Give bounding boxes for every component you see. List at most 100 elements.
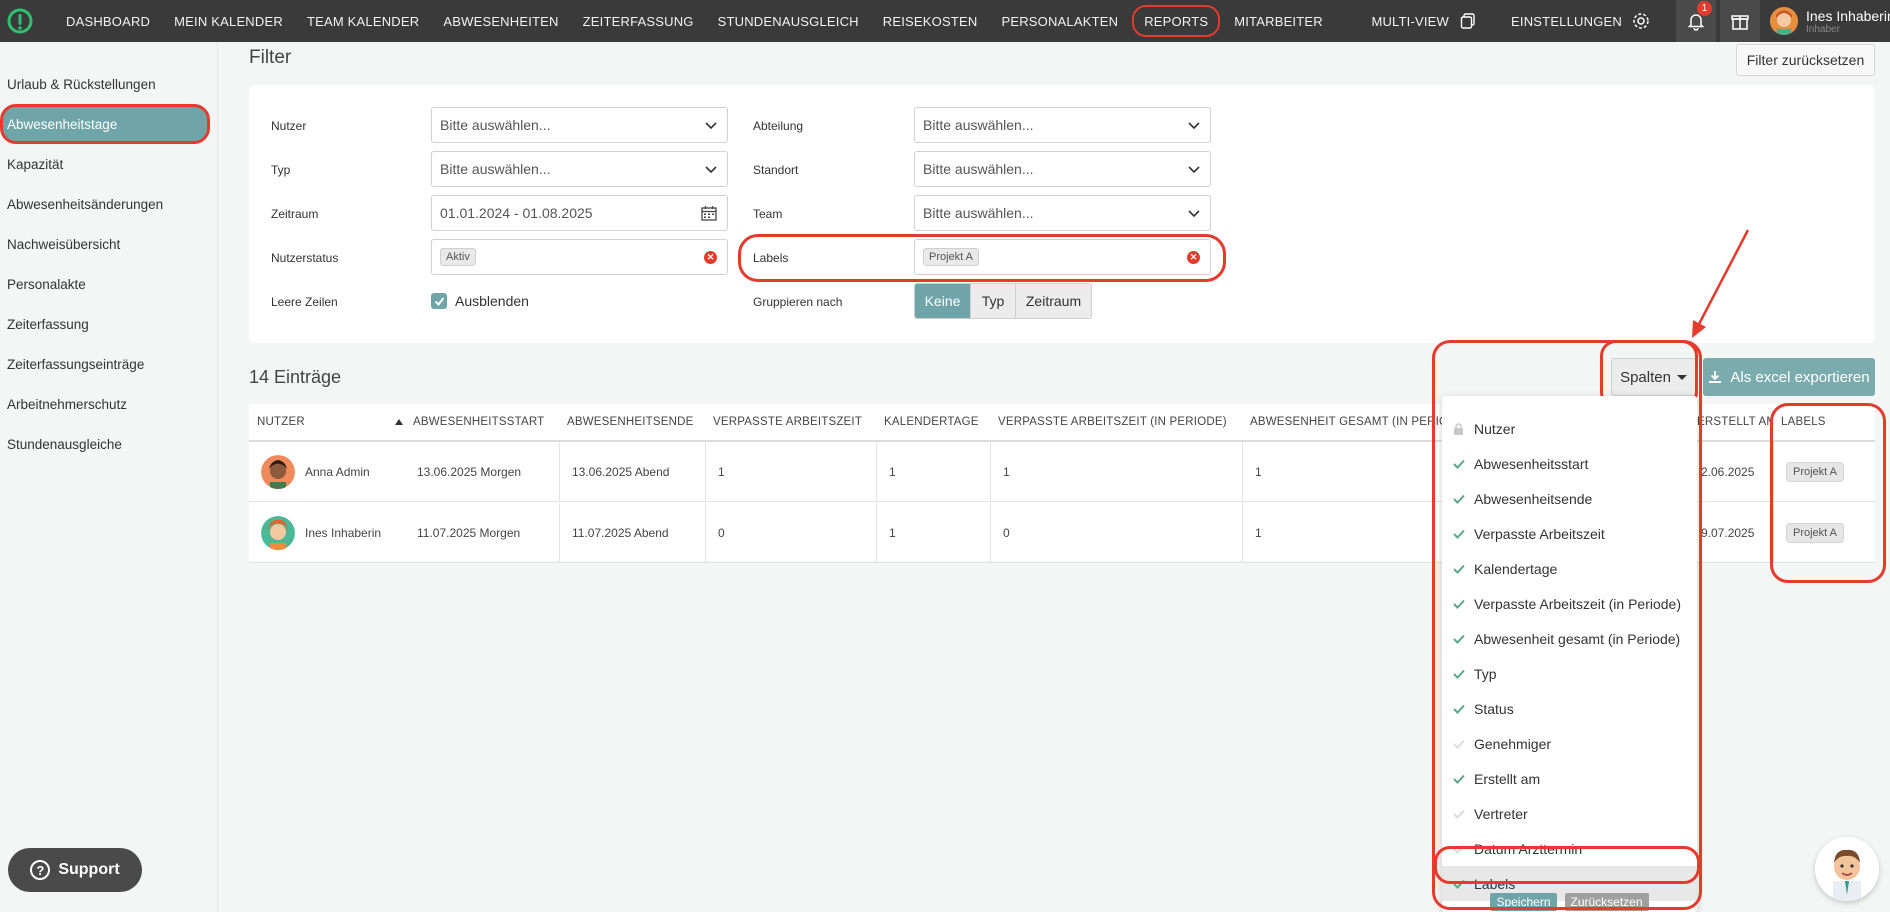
avatar [261, 455, 295, 489]
gruppieren-zeitraum[interactable]: Zeitraum [1016, 284, 1091, 318]
settings-button[interactable]: EINSTELLUNGEN [1501, 0, 1662, 42]
entries-count: 14 Einträge [249, 367, 342, 387]
sidebar-item-zeiterfassungseintraege[interactable]: Zeiterfassungseinträge [0, 344, 217, 384]
sidebar-item-abwesenheitstage[interactable]: Abwesenheitstage [0, 104, 210, 144]
export-label: Als excel exportieren [1730, 368, 1870, 386]
gear-icon [1630, 10, 1652, 32]
notifications-button[interactable]: 1 [1676, 0, 1716, 42]
col-header-verpasste-arbeitszeit-periode[interactable]: VERPASSTE ARBEITSZEIT (IN PERIODE) [990, 404, 1242, 440]
chevron-down-icon [1188, 122, 1200, 130]
sidebar-item-urlaub[interactable]: Urlaub & Rückstellungen [0, 64, 217, 104]
cell-days: 1 [876, 503, 990, 563]
nav-dashboard[interactable]: DASHBOARD [54, 0, 162, 42]
notification-badge: 1 [1697, 1, 1712, 16]
nav-personalakten[interactable]: PERSONALAKTEN [989, 0, 1130, 42]
nav-abwesenheiten[interactable]: ABWESENHEITEN [431, 0, 570, 42]
support-button[interactable]: ? Support [8, 848, 142, 892]
sidebar-item-zeiterfassung[interactable]: Zeiterfassung [0, 304, 217, 344]
multi-view-button[interactable]: MULTI-VIEW [1361, 0, 1489, 42]
export-excel-button[interactable]: Als excel exportieren [1703, 358, 1875, 396]
col-header-label: NUTZER [257, 416, 305, 428]
nav-mitarbeiter[interactable]: MITARBEITER [1222, 0, 1335, 42]
standort-select-value: Bitte auswählen... [923, 161, 1034, 177]
cell-user: Anna Admin [249, 442, 405, 502]
gift-button[interactable] [1720, 0, 1760, 42]
abteilung-label: Abteilung [753, 119, 804, 133]
reset-filter-button[interactable]: Filter zurücksetzen [1736, 44, 1875, 76]
sidebar-item-stundenausgleiche[interactable]: Stundenausgleiche [0, 424, 217, 464]
cell-missed-period: 1 [990, 442, 1242, 502]
sidebar-item-arbeitnehmerschutz[interactable]: Arbeitnehmerschutz [0, 384, 217, 424]
cell-missed: 1 [705, 442, 876, 502]
team-select-value: Bitte auswählen... [923, 205, 1034, 221]
zeitraum-label: Zeitraum [271, 207, 319, 221]
gruppieren-segmented: Keine Typ Zeitraum [914, 283, 1092, 319]
annotation-highlight-labels-column [1770, 403, 1886, 583]
cell-user: Ines Inhaberin [249, 503, 405, 563]
chevron-down-icon [705, 166, 717, 174]
nav-team-kalender[interactable]: TEAM KALENDER [295, 0, 431, 42]
cell-total-period: 1 [1242, 503, 1442, 563]
download-icon [1709, 371, 1722, 383]
sidebar: Urlaub & Rückstellungen Abwesenheitstage… [0, 42, 218, 912]
user-name: Ines Inhaberin [1806, 7, 1890, 24]
gift-icon [1731, 15, 1749, 30]
cell-end: 11.07.2025 Abend [559, 503, 705, 563]
leere-zeilen-label: Leere Zeilen [271, 295, 338, 309]
team-label: Team [753, 207, 783, 221]
gruppieren-keine[interactable]: Keine [915, 284, 971, 318]
help-icon: ? [30, 860, 51, 880]
standort-select[interactable]: Bitte auswählen... [914, 151, 1211, 187]
cell-missed-period: 0 [990, 503, 1242, 563]
nutzerstatus-label: Nutzerstatus [271, 251, 339, 265]
user-menu[interactable]: Ines Inhaberin Inhaber [1770, 7, 1890, 35]
nutzer-select[interactable]: Bitte auswählen... [431, 107, 728, 143]
sidebar-item-personalakte[interactable]: Personalakte [0, 264, 217, 304]
col-header-abwesenheitsstart[interactable]: ABWESENHEITSSTART [405, 404, 559, 440]
annotation-highlight-labels-filter [738, 234, 1226, 282]
nav-zeiterfassung[interactable]: ZEITERFASSUNG [571, 0, 706, 42]
gruppieren-typ[interactable]: Typ [971, 284, 1016, 318]
chat-assistant-avatar[interactable] [1815, 837, 1879, 901]
col-header-abwesenheit-gesamt-periode[interactable]: ABWESENHEIT GESAMT (IN PERIODE) [1242, 404, 1442, 440]
col-header-verpasste-arbeitszeit[interactable]: VERPASSTE ARBEITSZEIT [705, 404, 876, 440]
typ-label: Typ [271, 163, 291, 177]
sidebar-item-kapazitaet[interactable]: Kapazität [0, 144, 217, 184]
team-select[interactable]: Bitte auswählen... [914, 195, 1211, 231]
cell-end: 13.06.2025 Abend [559, 442, 705, 502]
zeitraum-value: 01.01.2024 - 01.08.2025 [440, 205, 593, 221]
page-title: Filter [249, 47, 292, 68]
ausblenden-checkbox[interactable] [431, 293, 447, 309]
ausblenden-label: Ausblenden [455, 293, 529, 309]
app-logo-icon[interactable] [4, 5, 36, 37]
nutzerstatus-tag[interactable]: Aktiv [440, 248, 476, 266]
avatar [261, 516, 295, 550]
user-name[interactable]: Anna Admin [305, 465, 370, 479]
cell-total-period: 1 [1242, 442, 1442, 502]
chevron-down-icon [1188, 210, 1200, 218]
abteilung-select[interactable]: Bitte auswählen... [914, 107, 1211, 143]
cell-start: 13.06.2025 Morgen [417, 465, 522, 479]
user-name[interactable]: Ines Inhaberin [305, 526, 381, 540]
sidebar-item-abwesenheitsaenderungen[interactable]: Abwesenheitsänderungen [0, 184, 217, 224]
settings-label: EINSTELLUNGEN [1511, 13, 1622, 29]
nutzer-select-value: Bitte auswählen... [440, 117, 551, 133]
clear-icon[interactable]: ✕ [704, 251, 717, 264]
avatar [1770, 7, 1798, 35]
col-header-kalendertage[interactable]: KALENDERTAGE [876, 404, 990, 440]
chevron-down-icon [1188, 166, 1200, 174]
cell-start: 11.07.2025 Morgen [417, 526, 521, 540]
nutzerstatus-select[interactable]: Aktiv ✕ [431, 239, 728, 275]
nav-mein-kalender[interactable]: MEIN KALENDER [162, 0, 295, 42]
support-label: Support [58, 861, 120, 878]
sort-asc-icon [394, 419, 403, 425]
nav-stundenausgleich[interactable]: STUNDENAUSGLEICH [706, 0, 871, 42]
nav-reisekosten[interactable]: REISEKOSTEN [871, 0, 990, 42]
col-header-abwesenheitsende[interactable]: ABWESENHEITSENDE [559, 404, 705, 440]
nav-reports[interactable]: REPORTS [1132, 5, 1221, 37]
sidebar-item-nachweisuebersicht[interactable]: Nachweisübersicht [0, 224, 217, 264]
typ-select[interactable]: Bitte auswählen... [431, 151, 728, 187]
zeitraum-input[interactable]: 01.01.2024 - 01.08.2025 [431, 195, 728, 231]
multi-view-label: MULTI-VIEW [1371, 13, 1450, 29]
col-header-nutzer[interactable]: NUTZER [249, 404, 405, 440]
